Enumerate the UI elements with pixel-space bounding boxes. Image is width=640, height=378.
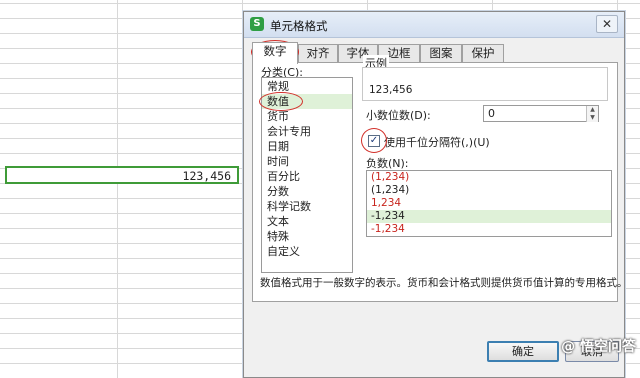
- tab-number[interactable]: 数字: [252, 42, 298, 64]
- tab-protection[interactable]: 保护: [462, 44, 504, 63]
- category-item[interactable]: 时间: [262, 154, 352, 169]
- decimal-places-value: 0: [488, 107, 495, 120]
- negative-option[interactable]: 1,234: [367, 197, 611, 210]
- format-cells-dialog: S 单元格格式 ✕ 数字 对齐 字体 边框 图案 保护 分类(C): 常规 数值…: [243, 11, 628, 378]
- category-item[interactable]: 日期: [262, 139, 352, 154]
- negative-option[interactable]: -1,234: [367, 223, 611, 236]
- category-item[interactable]: 分数: [262, 184, 352, 199]
- sample-box: 123,456: [362, 67, 608, 101]
- category-item[interactable]: 科学记数: [262, 199, 352, 214]
- number-tab-panel: 分类(C): 常规 数值 货币 会计专用 日期 时间 百分比 分数 科学记数 文…: [252, 55, 618, 302]
- category-item[interactable]: 会计专用: [262, 124, 352, 139]
- close-button[interactable]: ✕: [596, 15, 618, 33]
- category-item[interactable]: 百分比: [262, 169, 352, 184]
- dialog-title: 单元格格式: [270, 19, 328, 33]
- ok-button[interactable]: 确定: [487, 341, 559, 362]
- category-item[interactable]: 自定义: [262, 244, 352, 259]
- category-item[interactable]: 货币: [262, 109, 352, 124]
- tab-pattern[interactable]: 图案: [420, 44, 462, 63]
- wps-app-icon: S: [250, 17, 264, 31]
- category-item[interactable]: 特殊: [262, 229, 352, 244]
- decimal-places-stepper[interactable]: 0 ▲ ▼: [483, 105, 599, 122]
- stepper-down-icon[interactable]: ▼: [586, 114, 598, 122]
- tab-alignment[interactable]: 对齐: [298, 44, 338, 63]
- negative-numbers-label: 负数(N):: [366, 157, 409, 170]
- category-list[interactable]: 常规 数值 货币 会计专用 日期 时间 百分比 分数 科学记数 文本 特殊 自定…: [261, 77, 353, 273]
- thousands-separator-label[interactable]: 使用千位分隔符(,)(U): [384, 134, 490, 150]
- category-item[interactable]: 文本: [262, 214, 352, 229]
- dialog-titlebar[interactable]: S 单元格格式 ✕: [244, 12, 624, 38]
- format-description: 数值格式用于一般数字的表示。货币和会计格式则提供货币值计算的专用格式。: [260, 277, 628, 289]
- category-item-selected[interactable]: 数值: [262, 94, 352, 109]
- negative-option-selected[interactable]: -1,234: [367, 210, 611, 223]
- active-cell[interactable]: 123,456: [5, 166, 239, 184]
- category-item[interactable]: 常规: [262, 79, 352, 94]
- decimal-places-label: 小数位数(D):: [366, 109, 431, 122]
- negative-numbers-list[interactable]: (1,234) (1,234) 1,234 -1,234 -1,234: [366, 170, 612, 237]
- watermark: @ 悟空问答: [561, 339, 636, 355]
- negative-option[interactable]: (1,234): [367, 171, 611, 184]
- thousands-separator-checkbox[interactable]: ✓: [368, 135, 380, 147]
- stepper-up-icon[interactable]: ▲: [586, 106, 598, 114]
- sample-value: 123,456: [369, 84, 413, 96]
- negative-option[interactable]: (1,234): [367, 184, 611, 197]
